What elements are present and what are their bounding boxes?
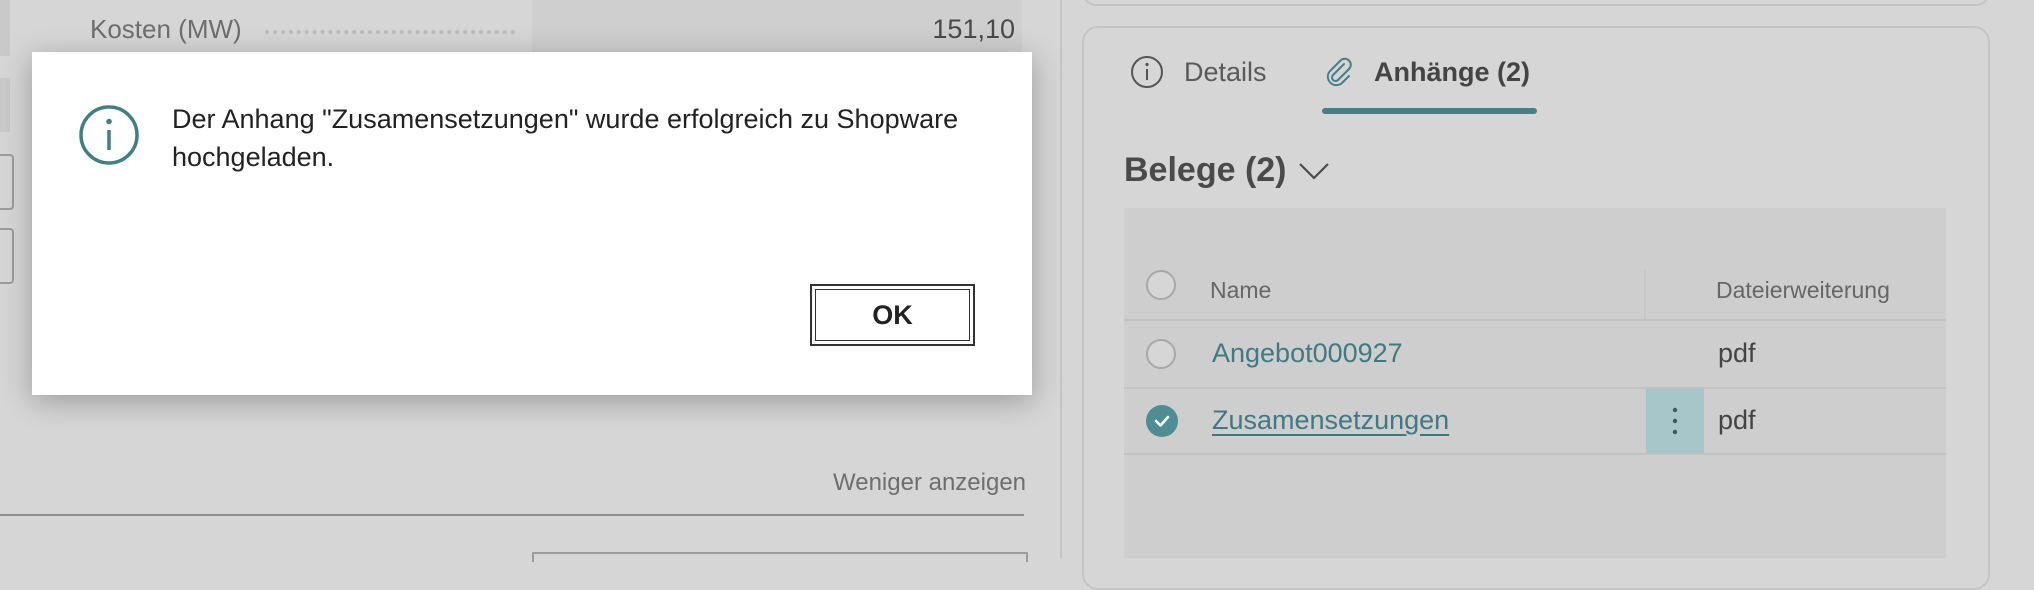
- row-divider: [1124, 453, 1946, 455]
- attachment-extension: pdf: [1718, 405, 1756, 435]
- attachments-list: [1124, 208, 1946, 558]
- input-field[interactable]: [0, 154, 14, 210]
- leader-dots: [265, 30, 515, 34]
- input-field[interactable]: [532, 552, 1028, 562]
- attachment-link[interactable]: Angebot000927: [1212, 338, 1403, 369]
- cost-label: Kosten (MW): [90, 14, 242, 44]
- attachment-link[interactable]: Zusamensetzungen: [1212, 405, 1449, 436]
- chevron-down-icon: [1298, 162, 1329, 180]
- tab-label: Anhänge (2): [1374, 56, 1531, 87]
- paperclip-icon: [1326, 57, 1352, 87]
- select-all-radio[interactable]: [1146, 270, 1176, 300]
- row-divider: [1124, 387, 1946, 389]
- attachment-extension: pdf: [1718, 338, 1756, 368]
- show-less-link[interactable]: Weniger anzeigen: [833, 469, 1026, 497]
- info-circle-icon: [79, 105, 139, 165]
- more-vertical-icon: [1672, 407, 1678, 435]
- tab-details[interactable]: Details: [1130, 52, 1267, 92]
- column-separator: [1644, 270, 1646, 320]
- ok-button[interactable]: OK: [810, 284, 975, 346]
- row-selected-checkmark[interactable]: [1146, 405, 1178, 437]
- input-field[interactable]: [0, 228, 14, 284]
- dialog-message: Der Anhang "Zusamensetzungen" wurde erfo…: [172, 104, 959, 172]
- tab-label: Details: [1184, 56, 1267, 87]
- info-circle-icon: [1131, 56, 1163, 88]
- left-edge-bar: [0, 78, 10, 132]
- row-select-radio[interactable]: [1146, 339, 1176, 369]
- section-title-label: Belege (2): [1124, 151, 1287, 189]
- section-title[interactable]: Belege (2): [1124, 151, 1331, 190]
- cost-value: 151,10: [932, 14, 1015, 44]
- column-header-name[interactable]: Name: [1210, 277, 1271, 304]
- left-edge-bar: [0, 0, 10, 56]
- row-divider: [1124, 319, 1946, 321]
- tab-attachments[interactable]: Anhänge (2): [1322, 52, 1530, 92]
- active-tab-indicator: [1322, 108, 1537, 114]
- row-actions-button[interactable]: [1646, 389, 1704, 453]
- checkmark-icon: [1154, 415, 1170, 427]
- card: [1082, 0, 1990, 6]
- column-header-extension[interactable]: Dateierweiterung: [1716, 277, 1890, 304]
- section-divider: [0, 514, 1024, 516]
- pane-divider: [1060, 0, 1062, 558]
